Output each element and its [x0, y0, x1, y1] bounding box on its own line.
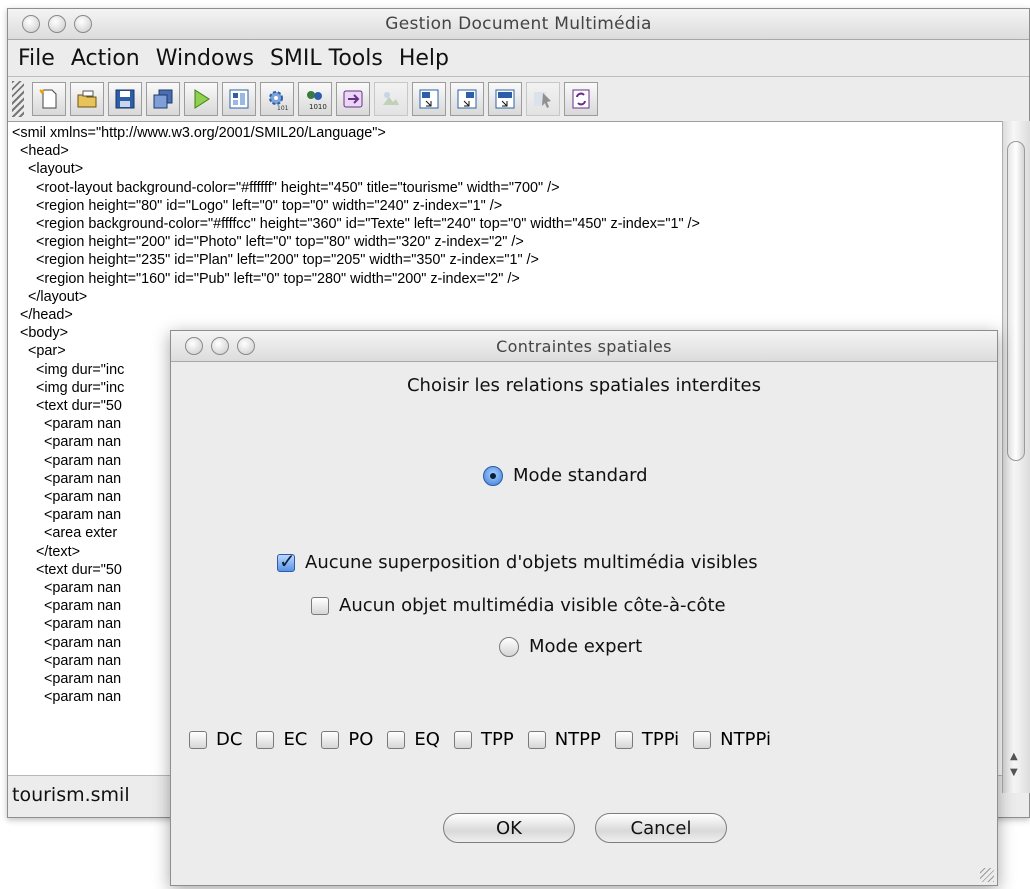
relation-tppi-checkbox[interactable]: TPPi	[614, 729, 680, 750]
checkbox-box[interactable]	[527, 730, 546, 749]
export-button[interactable]	[336, 82, 370, 116]
copy-icon	[153, 89, 173, 109]
relation-ec-checkbox[interactable]: EC	[256, 729, 307, 750]
spatial-constraints-dialog: Contraintes spatiales Choisir les relati…	[170, 330, 998, 886]
checkbox-unchecked[interactable]	[311, 596, 329, 615]
checkbox-box[interactable]	[189, 730, 207, 749]
play-button[interactable]	[184, 82, 218, 116]
save-icon	[115, 89, 135, 109]
no-side-by-side-label: Aucun objet multimédia visible côte-à-cô…	[339, 595, 726, 616]
relation-label: NTPP	[554, 729, 601, 750]
mode-standard-radio[interactable]: Mode standard	[483, 465, 648, 486]
open-button[interactable]	[70, 82, 104, 116]
import-icon	[383, 92, 399, 105]
checkmark-icon: ✓	[279, 548, 296, 573]
binary-convert-icon: 1010	[307, 91, 327, 111]
relation-label: PO	[348, 729, 374, 750]
no-side-by-side-checkbox[interactable]: Aucun objet multimédia visible côte-à-cô…	[311, 595, 726, 616]
scroll-up-arrow[interactable]: ▲	[1010, 751, 1018, 762]
relation-po-checkbox[interactable]: PO	[321, 729, 373, 750]
checkbox-box[interactable]	[693, 730, 712, 749]
relation-tpp-checkbox[interactable]: TPP	[453, 729, 514, 750]
region-move-button[interactable]	[450, 82, 484, 116]
menu-windows[interactable]: Windows	[156, 46, 254, 71]
radio-unselected-indicator[interactable]	[499, 636, 519, 657]
relation-ntpp-checkbox[interactable]: NTPP	[527, 729, 601, 750]
import-button[interactable]	[374, 82, 408, 116]
relation-label: TPPi	[641, 729, 680, 750]
open-folder-icon	[77, 90, 97, 108]
menu-file[interactable]: File	[18, 46, 55, 71]
vertical-scrollbar[interactable]: ▲ ▼	[1002, 121, 1030, 793]
settings-button[interactable]: 1010	[260, 82, 294, 116]
relation-label: TPP	[480, 729, 514, 750]
mode-standard-label: Mode standard	[513, 465, 648, 486]
export-icon	[343, 90, 363, 108]
toolbar-grip[interactable]	[12, 81, 24, 117]
svg-text:1010: 1010	[277, 105, 289, 111]
relation-dc-checkbox[interactable]: DC	[189, 729, 242, 750]
spatial-relations-row: DC EC PO EQ TPP NTPP TPPi NTPPi	[189, 729, 771, 750]
region-button[interactable]	[412, 82, 446, 116]
menu-action[interactable]: Action	[71, 46, 140, 71]
scroll-down-arrow[interactable]: ▼	[1010, 767, 1018, 778]
convert-button[interactable]: 1010	[298, 82, 332, 116]
region-icon	[419, 89, 439, 109]
checkbox-box[interactable]	[256, 730, 275, 749]
checkbox-checked[interactable]: ✓	[277, 549, 296, 573]
menu-smil-tools[interactable]: SMIL Tools	[270, 46, 383, 71]
layout-button[interactable]	[222, 82, 256, 116]
svg-text:1010: 1010	[309, 103, 327, 111]
new-document-button[interactable]	[32, 82, 66, 116]
relation-eq-checkbox[interactable]: EQ	[387, 729, 440, 750]
relation-label: EQ	[414, 729, 440, 750]
pointer-icon	[534, 92, 551, 108]
layout-icon	[229, 89, 249, 109]
play-icon	[194, 89, 210, 109]
relation-label: DC	[216, 729, 243, 750]
new-document-icon	[39, 89, 57, 109]
settings-icon: 1010	[269, 91, 289, 111]
refresh-icon	[572, 89, 590, 109]
window-title: Gestion Document Multimédia	[385, 14, 652, 34]
dialog-heading: Choisir les relations spatiales interdit…	[406, 375, 761, 396]
resize-handle[interactable]	[980, 868, 994, 882]
menu-bar: File Action Windows SMIL Tools Help	[8, 40, 1029, 77]
no-overlap-label: Aucune superposition d'objets multimédia…	[305, 552, 758, 573]
main-titlebar[interactable]: Gestion Document Multimédia	[8, 9, 1029, 40]
region-resize-icon	[495, 89, 515, 109]
no-overlap-checkbox[interactable]: ✓ Aucune superposition d'objets multiméd…	[277, 549, 758, 573]
checkbox-box[interactable]	[453, 730, 472, 749]
checkbox-box[interactable]	[387, 730, 406, 749]
refresh-button[interactable]	[564, 82, 598, 116]
relation-label: NTPPi	[720, 729, 771, 750]
region-move-icon	[457, 89, 477, 109]
ok-button[interactable]: OK	[443, 813, 575, 843]
dialog-titlebar[interactable]: Contraintes spatiales	[171, 331, 997, 362]
region-resize-button[interactable]	[488, 82, 522, 116]
copy-button[interactable]	[146, 82, 180, 116]
checkbox-box[interactable]	[614, 730, 633, 749]
relation-label: EC	[283, 729, 308, 750]
dialog-title: Contraintes spatiales	[496, 337, 672, 356]
radio-selected-indicator[interactable]	[483, 465, 503, 486]
cancel-button[interactable]: Cancel	[595, 813, 727, 843]
pointer-button[interactable]	[526, 82, 560, 116]
mode-expert-radio[interactable]: Mode expert	[499, 636, 642, 657]
menu-help[interactable]: Help	[399, 46, 449, 71]
save-button[interactable]	[108, 82, 142, 116]
checkbox-box[interactable]	[321, 730, 340, 749]
scrollbar-thumb[interactable]	[1007, 141, 1025, 461]
toolbar: 1010 1010	[8, 77, 1029, 122]
mode-expert-label: Mode expert	[529, 636, 643, 657]
relation-ntppi-checkbox[interactable]: NTPPi	[693, 729, 771, 750]
